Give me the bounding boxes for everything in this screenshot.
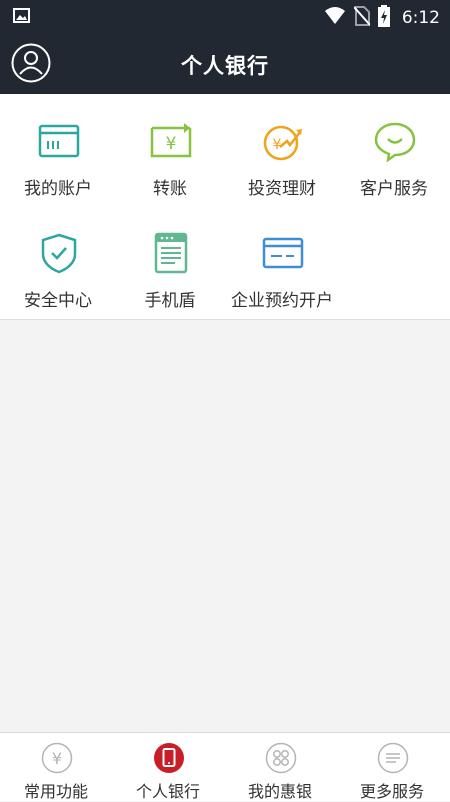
page-title: 个人银行 [181,54,269,78]
bank-card-icon [262,232,304,274]
nav-label: 常用功能 [23,782,88,801]
grid-item-label: 安全中心 [24,291,92,311]
investment-icon: ¥ [262,120,304,162]
svg-text:¥: ¥ [273,137,282,153]
bottom-nav: ¥ 常用功能 个人银行 我的惠银 更多服务 [0,732,450,801]
nav-label: 更多服务 [359,782,424,801]
nav-item-my-benefits[interactable]: 我的惠银 [224,733,336,801]
wifi-icon [324,7,346,29]
nav-item-more-services[interactable]: 更多服务 [336,733,448,801]
grid-item-phone-shield[interactable]: 手机盾 [114,210,226,311]
nav-item-personal-banking[interactable]: 个人银行 [112,733,224,801]
yuan-circle-icon: ¥ [41,742,73,774]
grid-circle-icon [265,742,297,774]
grid-item-label: 投资理财 [248,179,316,199]
grid-item-investment[interactable]: ¥ 投资理财 [226,98,338,199]
grid-item-enterprise-account[interactable]: 企业预约开户 [226,210,338,311]
shield-icon [38,232,80,274]
svg-text:¥: ¥ [166,134,177,154]
svg-text:¥: ¥ [52,749,62,768]
gallery-notification-icon [13,8,30,27]
function-grid: 我的账户 ¥ 转账 ¥ 投资理财 客户服务 安全中心 手机盾 企业预约开户 [0,94,450,320]
grid-item-my-account[interactable]: 我的账户 [2,98,114,199]
customer-service-icon [374,120,416,163]
no-sim-icon [353,6,371,30]
battery-charging-icon [377,5,390,31]
content-area [0,320,450,732]
status-bar: 6:12 [0,0,450,32]
nav-label: 我的惠银 [247,782,312,801]
grid-item-label: 手机盾 [144,291,196,311]
grid-item-label: 我的账户 [24,179,92,199]
nav-label: 个人银行 [135,782,200,801]
menu-circle-icon [377,742,409,774]
account-card-icon [38,120,80,162]
clock-time: 6:12 [401,8,440,28]
grid-item-label: 客户服务 [360,179,428,199]
phone-shield-icon [150,232,192,274]
grid-item-label: 转账 [153,179,187,199]
transfer-icon: ¥ [150,120,192,162]
grid-item-customer-service[interactable]: 客户服务 [338,98,450,199]
grid-item-security-center[interactable]: 安全中心 [2,210,114,311]
app-header: 个人银行 [0,32,450,94]
mobile-circle-icon [153,742,185,774]
grid-item-transfer[interactable]: ¥ 转账 [114,98,226,199]
grid-item-label: 企业预约开户 [231,291,333,311]
nav-item-common-functions[interactable]: ¥ 常用功能 [0,733,112,801]
